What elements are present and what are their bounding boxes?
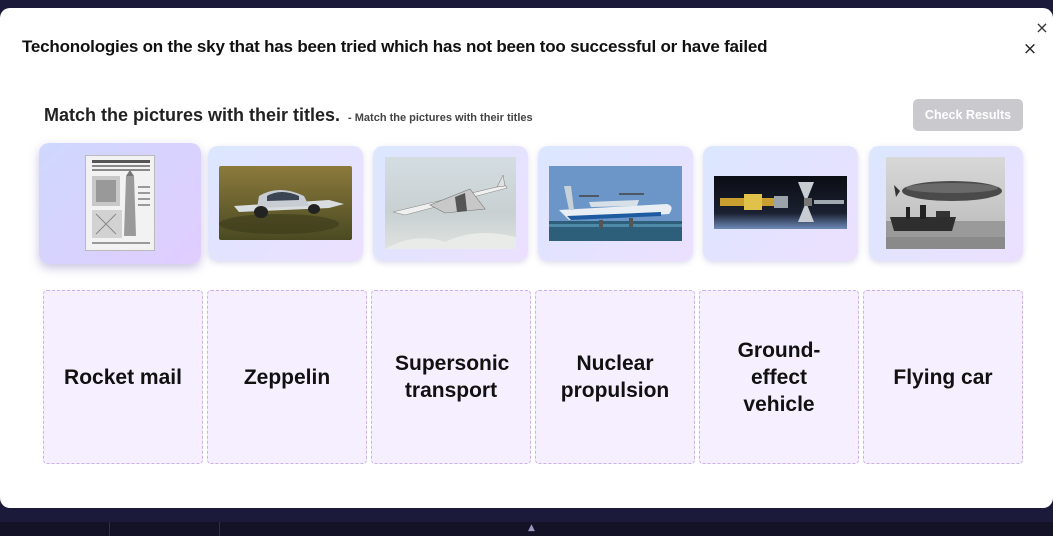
ground-effect-vehicle-image xyxy=(549,166,682,241)
check-results-button[interactable]: Check Results xyxy=(913,99,1023,131)
chevron-up-icon[interactable]: ▲ xyxy=(528,523,535,533)
drop-zone-ground-effect-vehicle[interactable]: Ground-effect vehicle xyxy=(699,290,859,464)
instructions-heading: Match the pictures with their titles. xyxy=(44,105,341,125)
picture-card-3[interactable] xyxy=(373,146,528,261)
drop-zone-label: Flying car xyxy=(893,365,993,389)
picture-card-1[interactable] xyxy=(39,143,201,264)
drop-zone-zeppelin[interactable]: Zeppelin xyxy=(207,290,367,464)
drop-zone-nuclear-propulsion[interactable]: Nuclear propulsion xyxy=(535,290,695,464)
picture-card-4[interactable] xyxy=(538,146,693,261)
drop-zone-rocket-mail[interactable]: Rocket mail xyxy=(43,290,203,464)
drop-zone-supersonic-transport[interactable]: Supersonic transport xyxy=(371,290,531,464)
drop-zone-flying-car[interactable]: Flying car xyxy=(863,290,1023,464)
modal-title: Techonologies on the sky that has been t… xyxy=(22,37,768,56)
drop-zone-label: Supersonic transport xyxy=(395,352,510,402)
outer-close-icon[interactable]: × xyxy=(1034,20,1050,36)
drop-zone-label: Nuclear propulsion xyxy=(560,352,670,402)
drop-zone-label: Zeppelin xyxy=(243,365,331,389)
instructions: Match the pictures with their titles. - … xyxy=(44,105,533,126)
drop-zone-label: Rocket mail xyxy=(64,365,182,389)
flying-car-image xyxy=(219,166,352,240)
instructions-subtext: - Match the pictures with their titles xyxy=(348,112,533,124)
bottom-tab[interactable] xyxy=(0,522,110,536)
picture-card-6[interactable] xyxy=(869,146,1023,261)
nuclear-engine-image xyxy=(714,176,847,229)
supersonic-jet-image xyxy=(385,157,516,249)
zeppelin-image xyxy=(886,157,1005,249)
bottom-tab[interactable] xyxy=(110,522,220,536)
newspaper-clipping-image xyxy=(85,155,155,251)
bottom-bar: ▲ xyxy=(0,522,1053,536)
drop-zone-label: Ground-effect vehicle xyxy=(737,338,821,416)
picture-card-2[interactable] xyxy=(208,146,363,261)
close-icon[interactable]: × xyxy=(1022,41,1038,58)
picture-card-5[interactable] xyxy=(703,146,858,261)
activity-modal: Techonologies on the sky that has been t… xyxy=(0,8,1053,508)
